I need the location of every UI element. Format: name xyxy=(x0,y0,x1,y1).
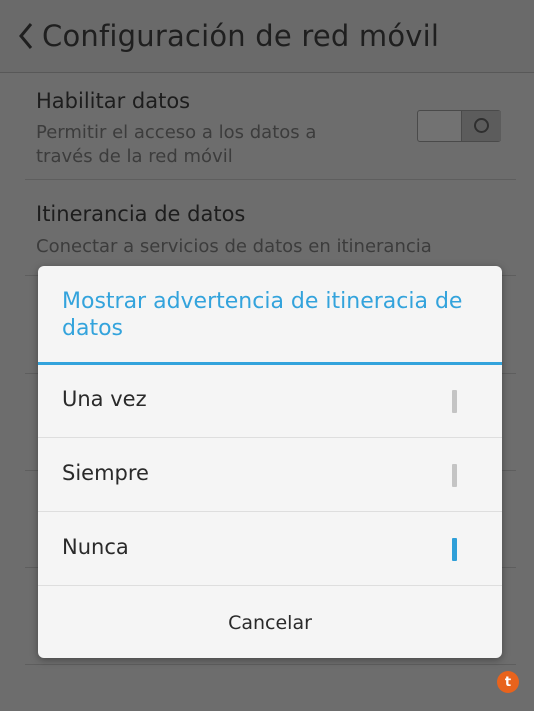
pref-data-roaming[interactable]: Itinerancia de datos Conectar a servicio… xyxy=(25,180,516,276)
data-toggle[interactable] xyxy=(417,110,501,142)
pref-summary: Permitir el acceso a los datos a través … xyxy=(36,122,317,167)
radio-indicator-icon[interactable] xyxy=(452,538,457,561)
radio-indicator-icon[interactable] xyxy=(452,464,457,487)
option-label: Siempre xyxy=(62,461,149,485)
option-nunca[interactable]: Nunca xyxy=(38,513,502,586)
dialog-title: Mostrar advertencia de itineracia de dat… xyxy=(62,289,463,341)
action-bar: Configuración de red móvil xyxy=(0,0,534,73)
radio-indicator-icon[interactable] xyxy=(452,390,457,413)
cancel-button[interactable]: Cancelar xyxy=(38,587,502,658)
option-label: Nunca xyxy=(62,535,129,559)
page-title: Configuración de red móvil xyxy=(42,19,440,53)
list-divider xyxy=(25,664,516,665)
pref-title: Habilitar datos xyxy=(36,89,191,113)
toggle-thumb xyxy=(461,111,501,141)
option-siempre[interactable]: Siempre xyxy=(38,439,502,512)
pref-enable-data[interactable]: Habilitar datos Permitir el acceso a los… xyxy=(25,74,516,180)
option-una-vez[interactable]: Una vez xyxy=(38,365,502,438)
roaming-warning-dialog: Mostrar advertencia de itineracia de dat… xyxy=(38,266,502,658)
chevron-left-icon[interactable] xyxy=(10,16,46,56)
option-label: Una vez xyxy=(62,387,147,411)
app-badge-icon: t xyxy=(497,671,519,693)
pref-summary: Conectar a servicios de datos en itinera… xyxy=(36,236,432,257)
pref-title: Itinerancia de datos xyxy=(36,202,246,226)
